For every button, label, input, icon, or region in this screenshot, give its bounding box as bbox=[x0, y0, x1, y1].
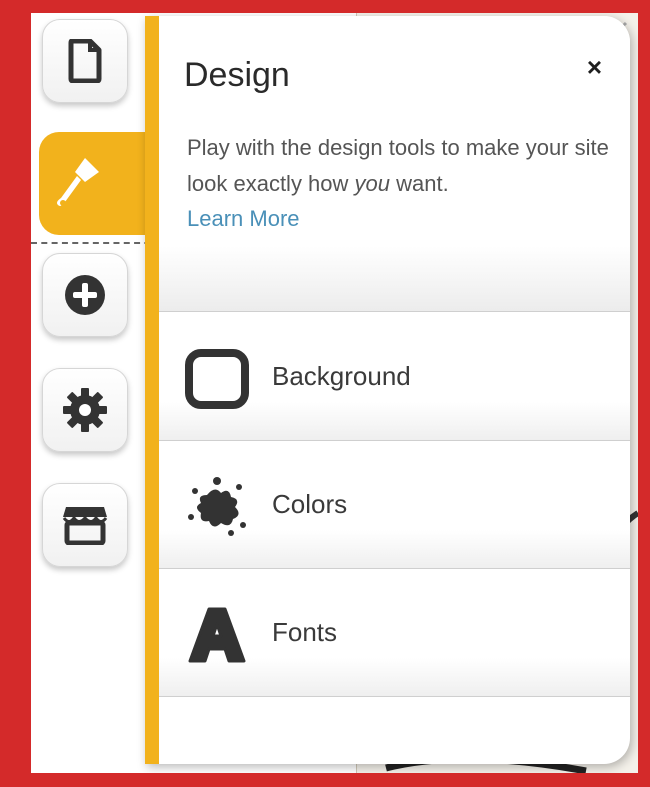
editor-canvas: Design × Play with the design tools to m… bbox=[31, 13, 638, 773]
add-circle-icon bbox=[65, 275, 105, 315]
rounded-square-icon bbox=[185, 349, 249, 409]
panel-title: Design bbox=[184, 56, 290, 94]
colors-item[interactable]: Colors bbox=[159, 441, 630, 569]
background-item[interactable]: Background bbox=[159, 313, 630, 441]
paintbrush-icon bbox=[57, 157, 99, 206]
add-button[interactable] bbox=[42, 253, 128, 337]
design-panel: Design × Play with the design tools to m… bbox=[145, 16, 630, 764]
gear-icon bbox=[63, 388, 107, 432]
fonts-label: Fonts bbox=[272, 617, 338, 647]
description-text-end: want. bbox=[390, 171, 449, 196]
letter-a-icon bbox=[188, 607, 246, 663]
panel-description: Play with the design tools to make your … bbox=[187, 130, 627, 202]
panel-accent-bar bbox=[145, 16, 159, 764]
panel-header: Design × Play with the design tools to m… bbox=[159, 16, 630, 312]
store-icon bbox=[62, 507, 108, 545]
paint-splat-icon bbox=[188, 477, 246, 536]
close-icon[interactable]: × bbox=[587, 52, 602, 83]
store-button[interactable] bbox=[42, 483, 128, 567]
screenshot-frame: Design × Play with the design tools to m… bbox=[0, 0, 650, 787]
description-emphasis: you bbox=[354, 171, 391, 196]
background-label: Background bbox=[272, 361, 411, 391]
learn-more-link[interactable]: Learn More bbox=[187, 206, 300, 232]
colors-label: Colors bbox=[272, 489, 348, 519]
page-icon bbox=[68, 39, 102, 83]
pages-button[interactable] bbox=[42, 19, 128, 103]
fonts-item[interactable]: Fonts bbox=[159, 569, 630, 697]
settings-button[interactable] bbox=[42, 368, 128, 452]
